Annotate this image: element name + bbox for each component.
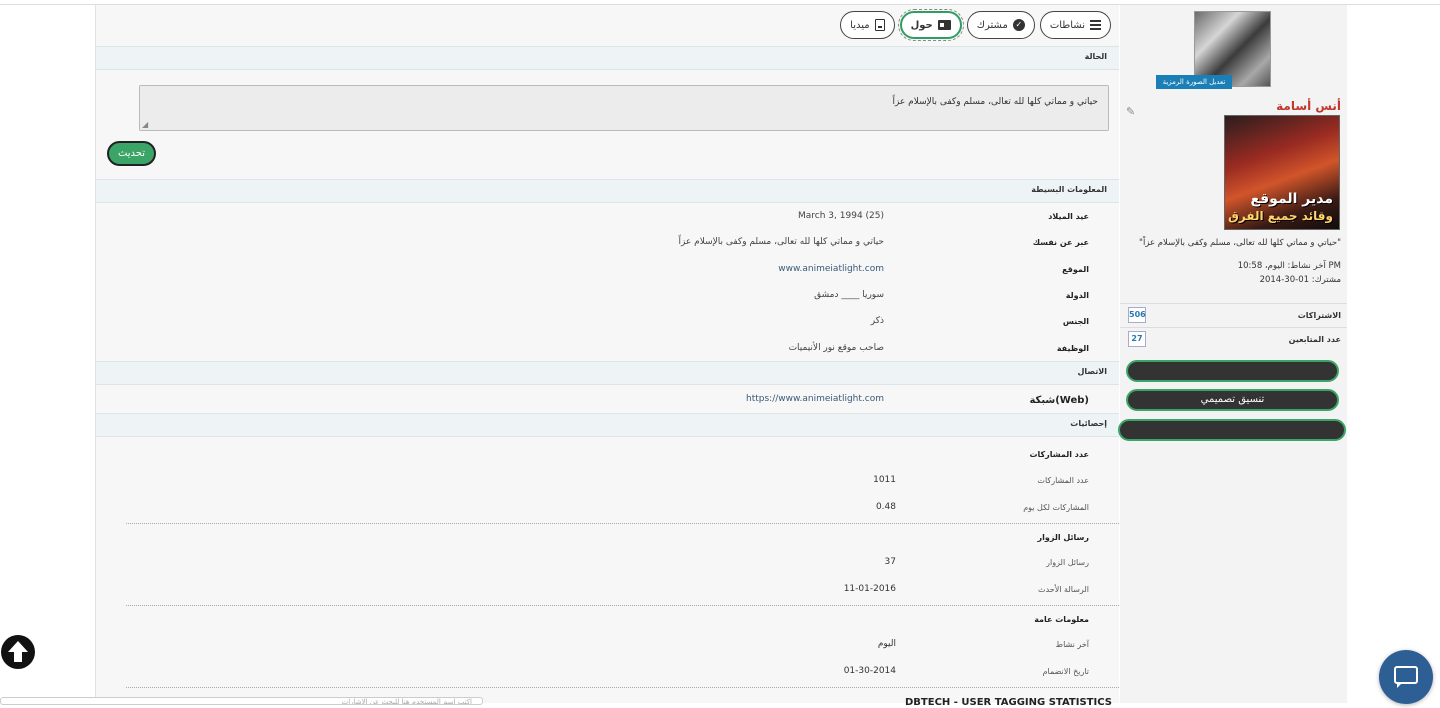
username: أنس أسامة (1276, 99, 1341, 113)
info-label: عيد الميلاد (1048, 212, 1089, 221)
join-date: مشترك: 01-30-2014 (1259, 275, 1341, 285)
info-row-job: الوظيفة صاحب موقع نور الأنيميات (96, 340, 1119, 360)
stats-value: 11-01-2016 (843, 584, 896, 594)
info-row-about-me: عبر عن نفسك حياتي و مماتي كلها لله تعالى،… (96, 234, 1119, 254)
info-label: شبكة(Web) (1029, 395, 1089, 406)
stats-row: رسائل الزوار 37 (96, 556, 1119, 574)
basic-info-header: المعلومات البسيطة (96, 179, 1119, 203)
chat-icon-tail (1397, 682, 1403, 688)
info-value: سوريا ____ دمشق (814, 290, 884, 300)
info-label: الموقع (1062, 265, 1089, 274)
stats-value: 37 (884, 557, 896, 567)
stats-value: اليوم (877, 639, 896, 649)
id-card-icon (937, 20, 951, 30)
stats-value: 1011 (873, 475, 896, 485)
info-value: March 3, 1994 (25) (798, 211, 884, 221)
stats-label: تاريخ الانضمام (1042, 667, 1089, 676)
stats-label: المشاركات لكل يوم (1023, 503, 1089, 512)
followers-count: 27 (1128, 331, 1146, 347)
info-value: حياتي و مماتي كلها لله تعالى، مسلم وكفى … (678, 237, 884, 247)
user-tag-search-input[interactable]: اكتب اسم المستخدم هنا للبحث عن الإشارات (0, 697, 483, 705)
stats-group-title: معلومات عامة (1034, 615, 1089, 624)
sidebar-button-3[interactable] (1118, 419, 1346, 441)
rank-image: مدير الموقع وقائد جميع الفرق (1224, 115, 1340, 230)
info-row-country: الدولة سوريا ____ دمشق (96, 287, 1119, 307)
profile-sidebar: تعديل الصورة الرمزية ✎ أنس أسامة مدير ال… (1118, 5, 1347, 703)
rank-line1: مدير الموقع (1250, 191, 1333, 207)
stats-divider (126, 687, 1119, 688)
last-activity: آخر نشاط: اليوم، 10:58 PM (1237, 261, 1341, 271)
info-label: الوظيفة (1056, 344, 1089, 353)
custom-design-button[interactable]: تنسيق تصميمي (1126, 389, 1339, 411)
tab-subscribed[interactable]: ✓ مشترك (966, 11, 1035, 39)
stats-value: 01-30-2014 (843, 666, 896, 676)
stats-group-title: رسائل الزوار (1037, 533, 1089, 542)
profile-tabs: نشاطات ✓ مشترك حول ميديا (840, 9, 1111, 41)
info-label: الجنس (1062, 317, 1089, 326)
stats-label: آخر نشاط (1055, 640, 1089, 649)
subscriptions-row[interactable]: الاشتراكات 506 (1120, 303, 1347, 327)
chat-button[interactable] (1379, 650, 1433, 704)
list-icon (1090, 20, 1101, 30)
tab-label: حول (910, 19, 933, 31)
stats-row: الرسالة الأحدث 11-01-2016 (96, 583, 1119, 601)
info-value: ذكر (870, 316, 884, 326)
arrow-up-icon (8, 641, 28, 662)
tab-label: ميديا (850, 19, 870, 31)
stats-label: رسائل الزوار (1046, 558, 1089, 567)
main-content: نشاطات ✓ مشترك حول ميديا الحالة حياتي و م… (95, 5, 1119, 703)
stats-row: عدد المشاركات 1011 (96, 474, 1119, 492)
tab-activities[interactable]: نشاطات (1039, 11, 1111, 39)
stats-group-title: عدد المشاركات (1029, 450, 1089, 459)
contact-header: الاتصال (96, 361, 1119, 385)
tab-label: مشترك (976, 19, 1008, 31)
stats-header: إحصائيات (96, 413, 1119, 437)
tab-label: نشاطات (1049, 19, 1085, 31)
update-button[interactable]: تحديث (107, 141, 156, 166)
resize-grip-icon[interactable]: ◢ (142, 120, 148, 129)
subscriptions-count: 506 (1128, 307, 1146, 323)
info-row-birthday: عيد الميلاد March 3, 1994 (25) (96, 208, 1119, 228)
sidebar-button-1[interactable] (1126, 360, 1339, 382)
info-value: صاحب موقع نور الأنيميات (788, 343, 884, 353)
stats-divider (126, 605, 1119, 606)
pencil-icon[interactable]: ✎ (1126, 105, 1135, 118)
status-header: الحالة (96, 46, 1119, 70)
subscriptions-label: الاشتراكات (1297, 311, 1341, 320)
info-label: الدولة (1065, 291, 1089, 300)
website-link[interactable]: www.animeiatlight.com (778, 264, 884, 274)
check-circle-icon: ✓ (1012, 19, 1025, 31)
rank-line2: وقائد جميع الفرق (1228, 209, 1333, 223)
info-label: عبر عن نفسك (1032, 238, 1089, 247)
stats-label: الرسالة الأحدث (1038, 585, 1089, 594)
stats-value: 0.48 (875, 502, 896, 512)
contact-row-web: شبكة(Web) https://www.animeiatlight.com (96, 391, 1119, 411)
info-row-website: الموقع www.animeiatlight.com (96, 261, 1119, 281)
stats-divider (126, 523, 1119, 524)
stats-row: المشاركات لكل يوم 0.48 (96, 501, 1119, 519)
stats-label: عدد المشاركات (1037, 476, 1089, 485)
scroll-to-top-button[interactable] (1, 635, 35, 669)
tab-media[interactable]: ميديا (840, 11, 895, 39)
web-link[interactable]: https://www.animeiatlight.com (746, 394, 884, 404)
stats-row: تاريخ الانضمام 01-30-2014 (96, 665, 1119, 683)
followers-label: عدد المتابعين (1288, 335, 1341, 344)
change-avatar-button[interactable]: تعديل الصورة الرمزية (1156, 75, 1232, 89)
followers-row[interactable]: عدد المتابعين 27 (1120, 327, 1347, 351)
tab-about[interactable]: حول (897, 9, 964, 41)
stats-row: آخر نشاط اليوم (96, 638, 1119, 656)
status-text: حياتي و مماتي كلها لله تعالى، مسلم وكفى … (892, 97, 1098, 107)
media-file-icon (874, 19, 885, 31)
user-quote: "حياتي و مماتي كلها لله تعالى، مسلم وكفى… (1139, 238, 1341, 248)
status-textarea[interactable]: حياتي و مماتي كلها لله تعالى، مسلم وكفى … (139, 85, 1109, 131)
info-row-gender: الجنس ذكر (96, 313, 1119, 333)
